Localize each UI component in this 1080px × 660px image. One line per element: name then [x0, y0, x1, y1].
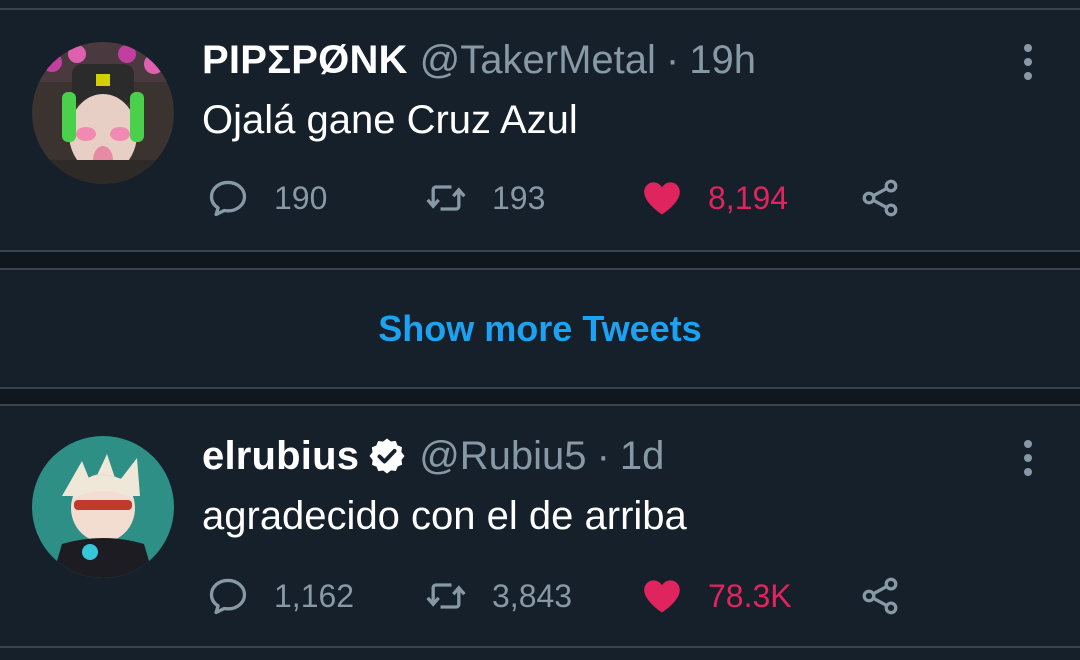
like-button[interactable]: 78.3K	[640, 574, 792, 618]
dot-separator: ·	[665, 37, 680, 82]
reply-button[interactable]: 190	[206, 176, 327, 220]
show-more-tweets-link[interactable]: Show more Tweets	[0, 270, 1080, 388]
reply-icon	[209, 180, 247, 217]
retweet-button[interactable]: 193	[424, 176, 545, 220]
tweet-text: Ojalá gane Cruz Azul	[202, 98, 578, 142]
user-handle[interactable]: @Rubiu5	[419, 434, 586, 479]
like-button[interactable]: 8,194	[640, 176, 788, 220]
timestamp[interactable]: 19h	[689, 38, 756, 83]
display-name[interactable]: PIPΣPØNK	[202, 38, 408, 83]
reply-button[interactable]: 1,162	[206, 574, 354, 618]
user-handle[interactable]: @TakerMetal	[420, 38, 656, 83]
share-button[interactable]	[858, 574, 902, 618]
more-options-icon[interactable]	[1018, 40, 1038, 84]
share-icon	[862, 179, 898, 217]
like-count: 78.3K	[708, 577, 792, 614]
share-button[interactable]	[858, 176, 902, 220]
timestamp[interactable]: 1d	[620, 434, 665, 479]
tweet-text: agradecido con el de arriba	[202, 494, 687, 538]
avatar[interactable]	[32, 436, 174, 578]
reply-count: 1,162	[274, 577, 355, 614]
reply-count: 190	[274, 179, 328, 216]
retweet-count: 193	[492, 179, 546, 216]
tweet[interactable]: PIPΣPØNK @TakerMetal · 19h Ojalá gane Cr…	[0, 10, 1080, 250]
verified-badge-icon	[369, 438, 405, 474]
tweet-header: PIPΣPØNK @TakerMetal · 19h	[202, 38, 756, 82]
divider	[0, 646, 1080, 648]
display-name[interactable]: elrubius	[202, 434, 359, 479]
retweet-count: 3,843	[492, 577, 573, 614]
like-count: 8,194	[708, 179, 789, 216]
retweet-icon	[426, 583, 466, 609]
section-gap	[0, 389, 1080, 405]
retweet-icon	[426, 185, 466, 211]
heart-icon	[644, 182, 680, 215]
tweet-header: elrubius @Rubiu5 · 1d	[202, 434, 664, 478]
more-options-icon[interactable]	[1018, 436, 1038, 480]
section-gap	[0, 252, 1080, 268]
share-icon	[862, 577, 898, 615]
reply-icon	[209, 578, 247, 615]
retweet-button[interactable]: 3,843	[424, 574, 572, 618]
tweet[interactable]: elrubius @Rubiu5 · 1d agradecido con el …	[0, 406, 1080, 646]
avatar[interactable]	[32, 42, 174, 184]
dot-separator: ·	[596, 433, 610, 478]
heart-icon	[644, 580, 680, 613]
